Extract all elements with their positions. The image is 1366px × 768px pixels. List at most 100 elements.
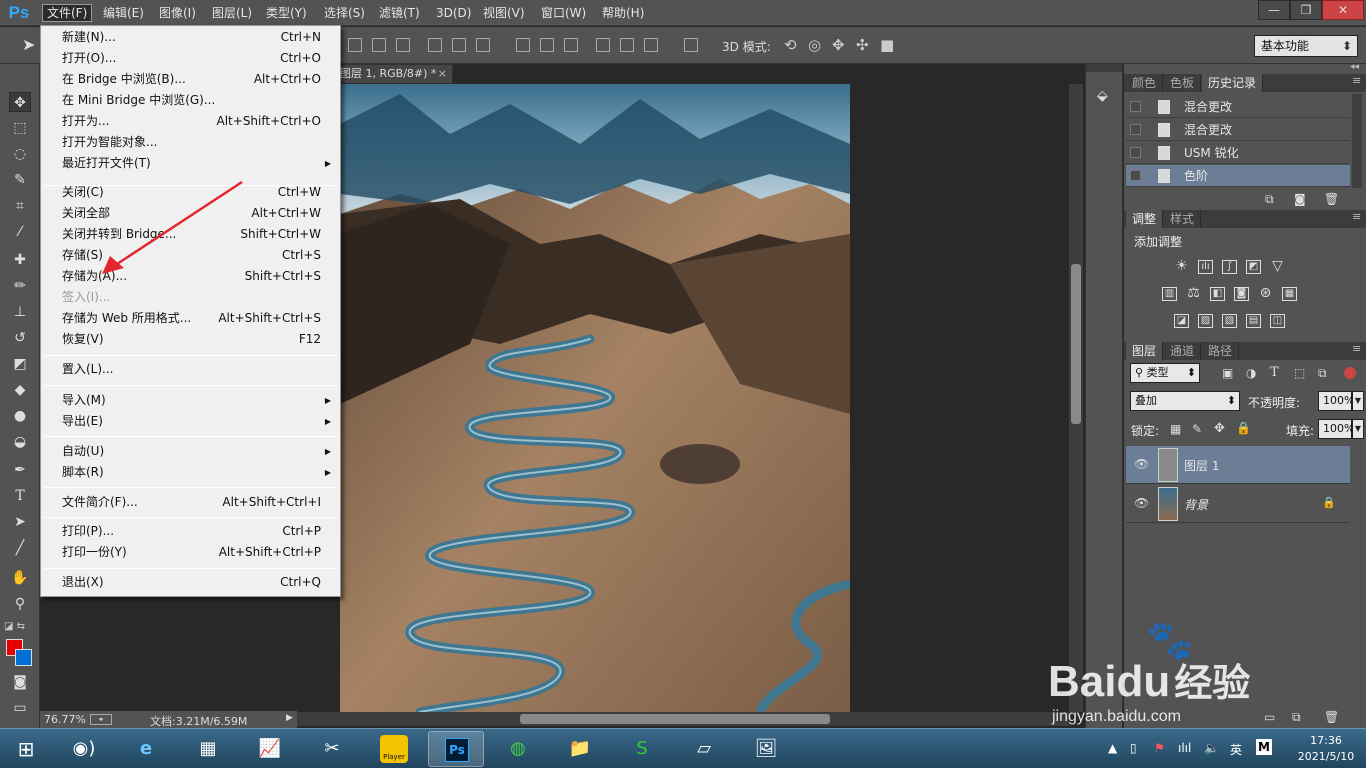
menu-select[interactable]: 选择(S) [320,4,369,22]
layer-name[interactable]: 背景 [1184,496,1208,513]
file-menu-item[interactable]: 打开为智能对象... [42,132,339,153]
history-row[interactable]: USM 锐化 [1126,142,1350,164]
opacity-input[interactable]: 100% [1318,391,1354,411]
line-tool-icon[interactable]: ╱ [9,538,31,558]
history-row[interactable]: 混合更改 [1126,96,1350,118]
fill-dropdown-icon[interactable]: ▼ [1352,419,1364,439]
horizontal-scroll-thumb[interactable] [520,714,830,724]
eyedropper-tool-icon[interactable]: ⁄ [9,222,31,242]
healing-brush-tool-icon[interactable]: ✚ [9,250,31,270]
gradient-map-icon[interactable]: ▤ [1246,314,1261,328]
blend-mode-select[interactable]: 叠加 ⬍ [1130,391,1240,411]
selective-color-icon[interactable]: ◫ [1270,314,1285,328]
taskbar-photoshop[interactable]: Ps [428,731,484,767]
distribute-right-icon[interactable] [644,38,658,52]
file-menu-item[interactable]: 在 Mini Bridge 中浏览(G)... [42,90,339,111]
filter-type-icon[interactable]: T [1270,365,1279,380]
file-menu-item[interactable]: 打印(P)... Ctrl+P [42,521,339,542]
zoom-tool-icon[interactable]: ⚲ [9,594,31,614]
file-menu-item[interactable]: 打开(O)... Ctrl+O [42,48,339,69]
taskbar-ie[interactable]: e [118,731,174,767]
file-menu-item[interactable]: 打印一份(Y) Alt+Shift+Ctrl+P [42,542,339,563]
history-brush-source-checkbox[interactable] [1130,124,1141,135]
taskbar-wps[interactable]: S [614,731,670,767]
auto-align-icon[interactable] [684,38,698,52]
path-select-tool-icon[interactable]: ➤ [9,512,31,532]
tray-volume-icon[interactable]: 🔈 [1204,741,1219,755]
3d-drag-icon[interactable]: ✥ [832,36,845,54]
filter-pixel-icon[interactable]: ▣ [1222,366,1233,380]
distribute-vcenter-icon[interactable] [540,38,554,52]
distribute-hcenter-icon[interactable] [620,38,634,52]
file-menu-item[interactable]: 脚本(R) ▶ [42,462,339,483]
filter-shape-icon[interactable]: ⬚ [1294,366,1305,380]
menu-view[interactable]: 视图(V) [479,4,529,22]
menu-file[interactable]: 文件(F) [42,4,93,22]
history-row[interactable]: 混合更改 [1126,119,1350,141]
curves-icon[interactable]: ∫ [1222,260,1237,274]
brightness-contrast-icon[interactable]: ☀ [1174,259,1189,274]
file-menu-item[interactable]: 导出(E) ▶ [42,411,339,432]
taskbar-player[interactable]: Player [366,731,422,767]
menu-type[interactable]: 类型(Y) [262,4,311,22]
file-menu-item[interactable]: 存储为(A)... Shift+Ctrl+S [42,266,339,287]
filter-smart-object-icon[interactable]: ⧉ [1318,366,1327,381]
vertical-scroll-thumb[interactable] [1071,264,1081,424]
exposure-icon[interactable]: ◩ [1246,260,1261,274]
tab-channels[interactable]: 通道 [1164,342,1202,360]
file-menu-item[interactable]: 新建(N)... Ctrl+N [42,27,339,48]
history-scrollbar[interactable] [1352,94,1362,188]
3d-panel-icon[interactable]: ⬙ [1097,88,1108,104]
history-brush-source-checkbox[interactable] [1130,101,1141,112]
lasso-tool-icon[interactable]: ◌ [9,144,31,164]
file-menu-item[interactable]: 置入(L)... [42,359,339,380]
align-left-icon[interactable] [428,38,442,52]
distribute-top-icon[interactable] [516,38,530,52]
new-document-from-state-icon[interactable]: ⧉ [1265,192,1274,207]
lock-all-icon[interactable]: 🔒 [1236,421,1251,435]
taskbar-monitor[interactable]: 📈 [242,731,298,767]
fill-input[interactable]: 100% [1318,419,1354,439]
channel-mixer-icon[interactable]: ⊛ [1258,286,1273,301]
taskbar-media-app[interactable]: ◉) [56,731,112,767]
filter-adjustment-icon[interactable]: ◑ [1246,366,1256,380]
photo-filter-icon[interactable]: ◙ [1234,287,1249,301]
file-menu-item[interactable]: 最近打开文件(T) ▶ [42,153,339,174]
3d-roll-icon[interactable]: ◎ [808,36,821,54]
levels-icon[interactable]: ılı [1198,260,1213,274]
3d-slide-icon[interactable]: ✣ [856,36,869,54]
type-tool-icon[interactable]: T [9,486,31,506]
file-menu-item[interactable]: 关闭全部 Alt+Ctrl+W [42,203,339,224]
menu-3d[interactable]: 3D(D) [432,4,475,22]
align-bottom-icon[interactable] [396,38,410,52]
tray-language[interactable]: 英 [1230,741,1242,758]
workspace-select[interactable]: 基本功能 ⬍ [1254,35,1358,57]
taskbar-calculator[interactable]: ▦ [180,731,236,767]
marquee-tool-icon[interactable]: ⬚ [9,118,31,138]
file-menu-item[interactable]: 关闭并转到 Bridge... Shift+Ctrl+W [42,224,339,245]
file-menu-item[interactable]: 导入(M) ▶ [42,390,339,411]
3d-rotate-icon[interactable]: ⟲ [784,36,797,54]
menu-image[interactable]: 图像(I) [155,4,200,22]
tab-history[interactable]: 历史记录 [1202,74,1264,92]
clock[interactable]: 17:36 2021/5/10 [1288,733,1364,765]
taskbar-photos[interactable]: 🖼 [738,731,794,767]
tab-color[interactable]: 颜色 [1126,74,1164,92]
dodge-tool-icon[interactable]: ◒ [9,432,31,452]
file-menu-item[interactable]: 打开为... Alt+Shift+Ctrl+O [42,111,339,132]
tray-flag-icon[interactable]: ⚑ [1154,741,1165,755]
filter-toggle-icon[interactable] [1344,367,1356,379]
close-window-button[interactable]: ✕ [1322,0,1364,20]
distribute-left-icon[interactable] [596,38,610,52]
layer-name[interactable]: 图层 1 [1184,457,1219,474]
tray-signal-icon[interactable]: ılıl [1178,741,1191,755]
file-menu-item[interactable]: 存储为 Web 所用格式... Alt+Shift+Ctrl+S [42,308,339,329]
distribute-bottom-icon[interactable] [564,38,578,52]
menu-help[interactable]: 帮助(H) [598,4,648,22]
invert-icon[interactable]: ◪ [1174,314,1189,328]
file-menu-item[interactable]: 在 Bridge 中浏览(B)... Alt+Ctrl+O [42,69,339,90]
restore-button[interactable]: ❐ [1290,0,1322,20]
brush-tool-icon[interactable]: ✏ [9,276,31,296]
visibility-eye-icon[interactable]: 👁 [1134,457,1149,471]
tray-expand-icon[interactable]: ▲ [1108,741,1117,755]
